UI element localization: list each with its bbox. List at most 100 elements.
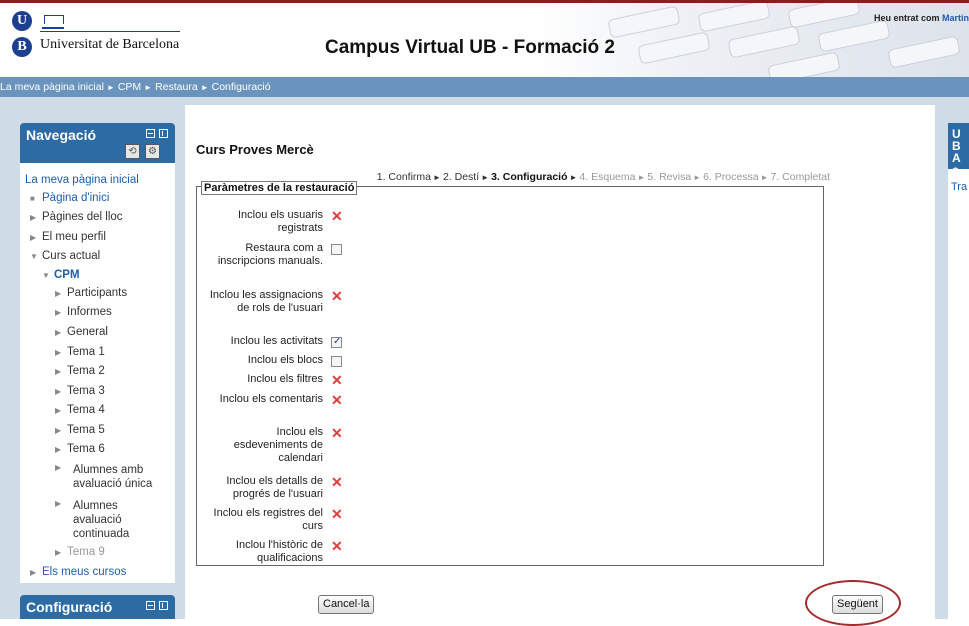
configuration-block-title: Configuració	[26, 599, 113, 615]
bullet-icon: ■	[30, 194, 35, 203]
breadcrumb-separator: ►	[200, 83, 209, 92]
breadcrumb-current: Configuració	[211, 81, 271, 93]
nav-item-cpm[interactable]: ▼ CPM	[42, 269, 80, 281]
nav-item-reports[interactable]: ▶ Informes	[55, 306, 112, 318]
nav-item-tema-9[interactable]: ▶ Tema 9	[55, 546, 105, 558]
step-separator: ►	[569, 173, 578, 182]
step-separator: ►	[637, 173, 646, 182]
logo-u-mark: U	[12, 11, 32, 31]
dock-icon[interactable]	[159, 601, 168, 610]
setting-label-blocks: Inclou els blocs	[247, 354, 323, 366]
settings-gear-icon[interactable]: ⚙	[145, 144, 160, 159]
expand-arrow-icon: ▶	[30, 213, 37, 222]
locked-x-icon: ✕	[331, 372, 343, 388]
nav-item-tema-2[interactable]: ▶ Tema 2	[55, 365, 105, 377]
building-icon	[42, 15, 64, 29]
setting-label-course-logs: Inclou els registres del curs	[213, 507, 323, 532]
logo-name: Universitat de Barcelona	[40, 37, 180, 52]
step-7: 7. Completat	[770, 171, 830, 183]
activities-checkbox[interactable]	[331, 336, 342, 348]
locked-x-icon: ✕	[331, 288, 343, 304]
right-block: Tra	[948, 169, 969, 619]
nav-item-general[interactable]: ▶ General	[55, 326, 108, 338]
step-2: 2. Destí	[442, 171, 480, 183]
login-prefix: Heu entrat com	[873, 13, 940, 23]
locked-x-icon: ✕	[331, 208, 343, 224]
settings-legend: Paràmetres de la restauració	[201, 181, 358, 195]
breadcrumb-separator: ►	[144, 83, 153, 92]
step-separator: ►	[693, 173, 702, 182]
expand-arrow-icon: ▶	[55, 463, 62, 472]
expand-arrow-icon: ▶	[55, 445, 62, 454]
collapse-arrow-icon: ▼	[42, 271, 50, 280]
setting-label-role-assignments: Inclou les assignacions de rols de l'usu…	[209, 289, 323, 314]
setting-label-users: Inclou els usuaris registrats	[238, 209, 323, 234]
nav-item-tema-4[interactable]: ▶ Tema 4	[55, 404, 105, 416]
locked-x-icon: ✕	[331, 392, 343, 408]
course-title: Curs Proves Mercè	[196, 142, 314, 157]
move-block-icon[interactable]: ⟲	[125, 144, 140, 159]
right-block-link[interactable]: Tra	[951, 181, 967, 193]
navigation-block-title: Navegació	[26, 127, 97, 143]
nav-item-tema-5[interactable]: ▶ Tema 5	[55, 424, 105, 436]
site-header: U B Universitat de Barcelona Campus Virt…	[0, 3, 969, 77]
step-separator: ►	[760, 173, 769, 182]
expand-arrow-icon: ▶	[30, 233, 37, 242]
nav-item-current-course[interactable]: ▼ Curs actual	[30, 250, 100, 262]
locked-x-icon: ✕	[331, 474, 343, 490]
expand-arrow-icon: ▶	[30, 568, 37, 577]
dock-icon[interactable]	[159, 129, 168, 138]
nav-item-my-profile[interactable]: ▶ El meu perfil	[30, 231, 106, 243]
locked-x-icon: ✕	[331, 538, 343, 554]
main-content: Curs Proves Mercè 1. Confirma ► 2. Destí ► 3…	[185, 105, 935, 619]
collapse-icon[interactable]	[146, 601, 155, 610]
expand-arrow-icon: ▶	[55, 426, 62, 435]
breadcrumb-home[interactable]: La meva pàgina inicial	[0, 81, 104, 93]
nav-item-alumnes-continuada[interactable]: ▶ Alumnes avaluació continuada	[55, 499, 170, 541]
highlight-circle-annotation	[805, 580, 901, 626]
blocks-checkbox[interactable]	[331, 356, 342, 367]
login-info: Heu entrat com Martin	[874, 13, 969, 23]
setting-label-activities: Inclou les activitats	[230, 335, 323, 347]
nav-item-my-courses[interactable]: ▶ Els meus cursos	[30, 566, 126, 578]
expand-arrow-icon: ▶	[55, 348, 62, 357]
right-block-header: UB Ac	[948, 123, 969, 169]
setting-label-comments: Inclou els comentaris	[219, 393, 323, 405]
collapse-arrow-icon: ▼	[30, 252, 38, 261]
nav-item-site-home[interactable]: ■ Pàgina d'inici	[30, 192, 109, 204]
step-4: 4. Esquema	[579, 171, 636, 183]
nav-home-link[interactable]: La meva pàgina inicial	[25, 174, 139, 186]
manual-enrolments-checkbox[interactable]	[331, 244, 342, 255]
step-3-current: 3. Configuració	[491, 171, 568, 183]
setting-label-grade-history: Inclou l'històric de qualificacions	[235, 539, 323, 564]
cancel-button[interactable]: Cancel·la	[318, 595, 375, 614]
expand-arrow-icon: ▶	[55, 289, 62, 298]
step-1: 1. Confirma	[376, 171, 432, 183]
breadcrumb-restore[interactable]: Restaura	[155, 81, 198, 93]
nav-item-site-pages[interactable]: ▶ Pàgines del lloc	[30, 211, 123, 223]
nav-item-participants[interactable]: ▶ Participants	[55, 287, 127, 299]
navigation-block: La meva pàgina inicial ■ Pàgina d'inici ▶…	[20, 163, 175, 583]
breadcrumb-course[interactable]: CPM	[118, 81, 141, 93]
site-title: Campus Virtual UB - Formació 2	[325, 37, 615, 58]
nav-item-tema-6[interactable]: ▶ Tema 6	[55, 443, 105, 455]
locked-x-icon: ✕	[331, 425, 343, 441]
expand-arrow-icon: ▶	[55, 308, 62, 317]
logo-b-mark: B	[12, 37, 32, 57]
restore-steps: 1. Confirma ► 2. Destí ► 3. Configuració ► 4. …	[377, 171, 830, 183]
nav-item-tema-1[interactable]: ▶ Tema 1	[55, 346, 105, 358]
expand-arrow-icon: ▶	[55, 499, 62, 508]
nav-item-tema-3[interactable]: ▶ Tema 3	[55, 385, 105, 397]
step-separator: ►	[433, 173, 441, 182]
expand-arrow-icon: ▶	[55, 387, 62, 396]
configuration-block-header: Configuració	[20, 595, 175, 619]
collapse-icon[interactable]	[146, 129, 155, 138]
ub-logo[interactable]: U B Universitat de Barcelona	[12, 11, 187, 73]
login-user-link[interactable]: Martin	[942, 13, 969, 23]
setting-label-manual-enrolments: Restaura com a inscripcions manuals.	[217, 242, 323, 267]
locked-x-icon: ✕	[331, 506, 343, 522]
nav-item-alumnes-unica[interactable]: ▶ Alumnes amb avaluació única	[55, 463, 170, 491]
breadcrumb: La meva pàgina inicial ► CPM ► Restaura ► Conf…	[0, 77, 969, 97]
setting-label-calendar-events: Inclou els esdeveniments de calendari	[233, 426, 323, 464]
expand-arrow-icon: ▶	[55, 406, 62, 415]
